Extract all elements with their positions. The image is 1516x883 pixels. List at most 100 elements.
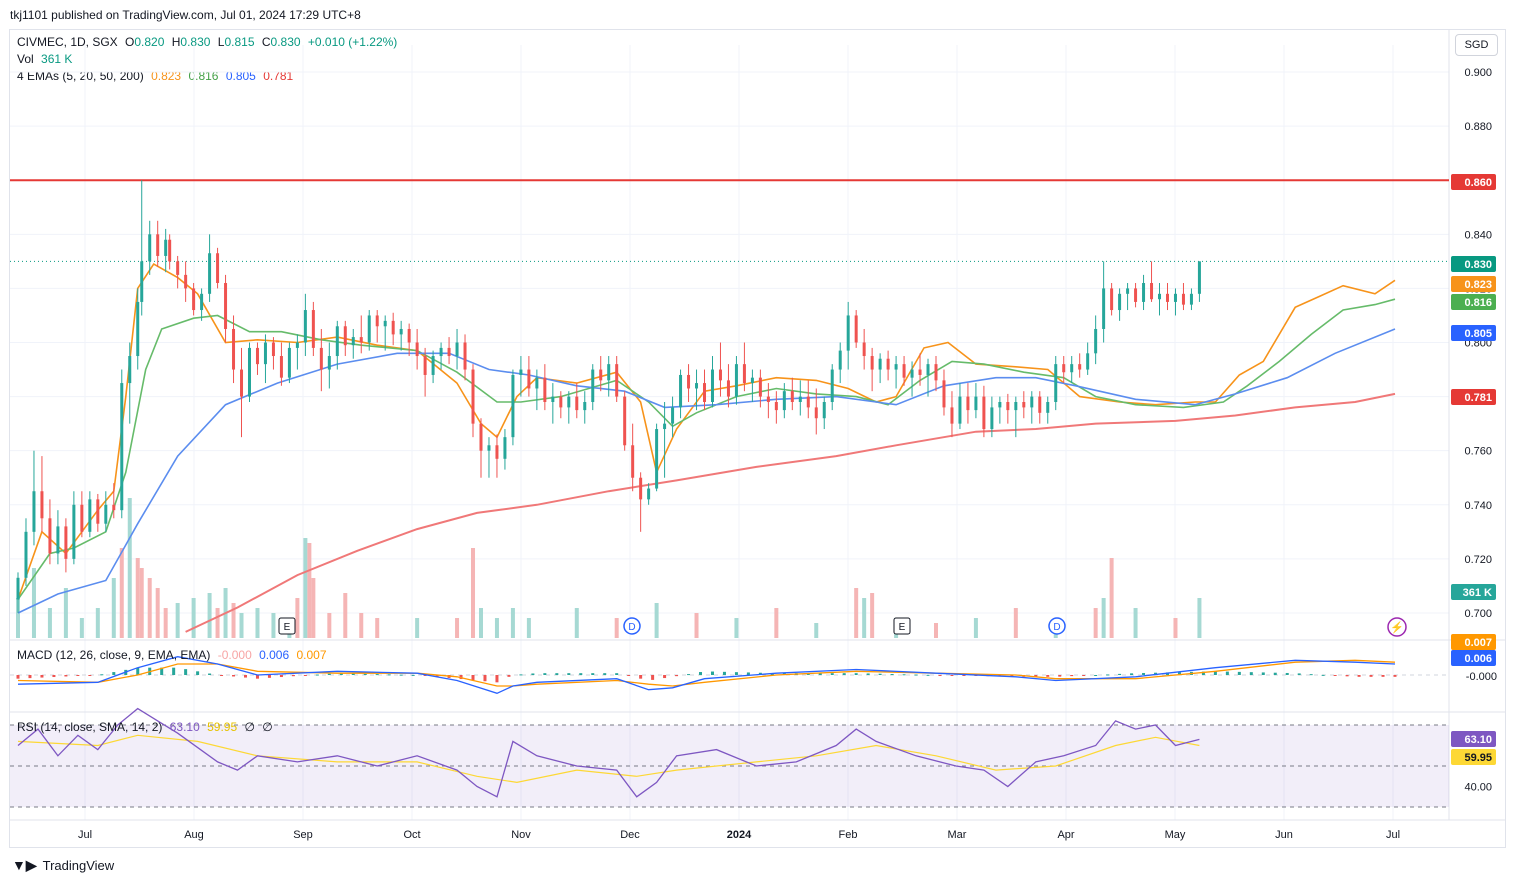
volume-bar: [694, 613, 699, 638]
candle-body: [599, 369, 603, 381]
macd-hist-bar: [1106, 674, 1110, 676]
candle-body: [295, 342, 299, 348]
candle-body: [359, 337, 363, 343]
candle-body: [431, 356, 435, 375]
macd-hist-bar: [675, 675, 679, 677]
volume-bar: [471, 548, 476, 638]
volume-bar: [95, 608, 100, 638]
volume-bar: [1109, 558, 1114, 638]
candle-body: [503, 437, 507, 459]
volume-bar: [111, 578, 116, 638]
candle-body: [663, 423, 667, 430]
macd-hist-bar: [399, 674, 403, 676]
rsi-label: RSI (14, close, SMA, 14, 2): [17, 720, 163, 734]
ema-line-3: [17, 328, 1396, 614]
price-label-text: 0.823: [1464, 279, 1492, 291]
candle-body: [734, 364, 738, 397]
volume-bar: [654, 603, 659, 638]
candle-body: [48, 518, 52, 554]
macd-hist-bar: [878, 673, 882, 675]
macd-hist-bar: [1273, 672, 1277, 675]
candle-body: [591, 369, 595, 402]
macd-hist-bar: [722, 671, 726, 675]
macd-hist-value: -0.000: [217, 648, 252, 662]
macd-hist-bar: [100, 674, 104, 676]
volume-bar: [494, 618, 499, 638]
macd-hist-bar: [710, 671, 714, 675]
candle-body: [16, 577, 20, 600]
candle-body: [104, 504, 108, 524]
macd-hist-bar: [1381, 675, 1385, 677]
x-tick-label: Jun: [1275, 829, 1293, 841]
candle-body: [687, 374, 691, 389]
macd-hist-bar: [267, 675, 271, 678]
x-tick-label: Apr: [1057, 829, 1074, 841]
candle-body: [790, 391, 794, 402]
price-label-text: 0.805: [1464, 328, 1492, 340]
macd-hist-bar: [854, 673, 858, 675]
price-label-text: 0.830: [1464, 259, 1492, 271]
candle-body: [703, 383, 707, 402]
macd-hist-bar: [40, 675, 44, 678]
candle-body: [176, 261, 180, 275]
chart-canvas[interactable]: 0.9000.8800.8600.8400.8200.8000.7800.760…: [0, 0, 1516, 883]
volume-bar: [854, 588, 859, 638]
macd-hist-bar: [172, 667, 176, 675]
candle-body: [575, 396, 579, 411]
x-tick-label: Oct: [403, 829, 420, 841]
candle-body: [255, 347, 259, 365]
macd-axis-badge-text: 0.006: [1464, 653, 1492, 665]
macd-hist-bar: [603, 673, 607, 675]
volume-bar: [139, 568, 144, 638]
candle-body: [655, 429, 659, 489]
rsi-sma-value: 59.95: [207, 720, 238, 734]
candle-body: [758, 377, 762, 397]
volume-bar: [455, 618, 460, 638]
macd-hist-bar: [28, 675, 32, 679]
candle-body: [647, 488, 651, 500]
volume-bar: [271, 613, 276, 638]
volume-bar: [303, 538, 308, 638]
volume-bar: [255, 608, 260, 638]
candle-body: [391, 320, 395, 335]
macd-hist-bar: [315, 674, 319, 676]
candle-body: [1189, 293, 1193, 305]
candle-body: [830, 369, 834, 402]
x-tick-label: Feb: [839, 829, 858, 841]
candle-body: [247, 347, 251, 397]
candle-body: [766, 396, 770, 402]
macd-hist-bar: [279, 675, 283, 678]
macd-hist-bar: [1357, 675, 1361, 677]
candle-body: [224, 283, 228, 329]
candle-body: [96, 499, 100, 524]
candle-body: [551, 396, 555, 402]
candle-body: [164, 239, 168, 256]
candle-body: [862, 342, 866, 357]
candle-body: [726, 380, 730, 397]
macd-label: MACD (12, 26, close, 9, EMA, EMA): [17, 648, 211, 662]
candle-body: [495, 445, 499, 459]
candle-body: [782, 391, 786, 411]
candle-body: [343, 326, 347, 346]
volume-bar: [119, 548, 124, 638]
macd-hist-bar: [196, 671, 200, 675]
macd-hist-bar: [1094, 675, 1098, 676]
candle-body: [910, 369, 914, 378]
candle-body: [56, 526, 60, 554]
volume-bar: [862, 598, 867, 638]
candle-body: [774, 402, 778, 411]
rsi-legend[interactable]: RSI (14, close, SMA, 14, 2) 63.10 59.95 …: [17, 720, 277, 734]
volume-bar: [155, 588, 160, 638]
macd-hist-bar: [1237, 671, 1241, 675]
tradingview-logo[interactable]: ▼▶ TradingView: [12, 857, 114, 874]
candle-body: [1078, 364, 1082, 370]
x-tick-label: May: [1165, 829, 1186, 841]
macd-hist-bar: [327, 673, 331, 675]
macd-hist-bar: [387, 674, 391, 676]
macd-hist-bar: [1393, 675, 1397, 677]
candle-body: [232, 328, 236, 370]
volume-bar: [127, 498, 132, 638]
macd-hist-bar: [303, 675, 307, 676]
x-tick-label: Dec: [620, 829, 640, 841]
macd-legend[interactable]: MACD (12, 26, close, 9, EMA, EMA) -0.000…: [17, 648, 331, 662]
